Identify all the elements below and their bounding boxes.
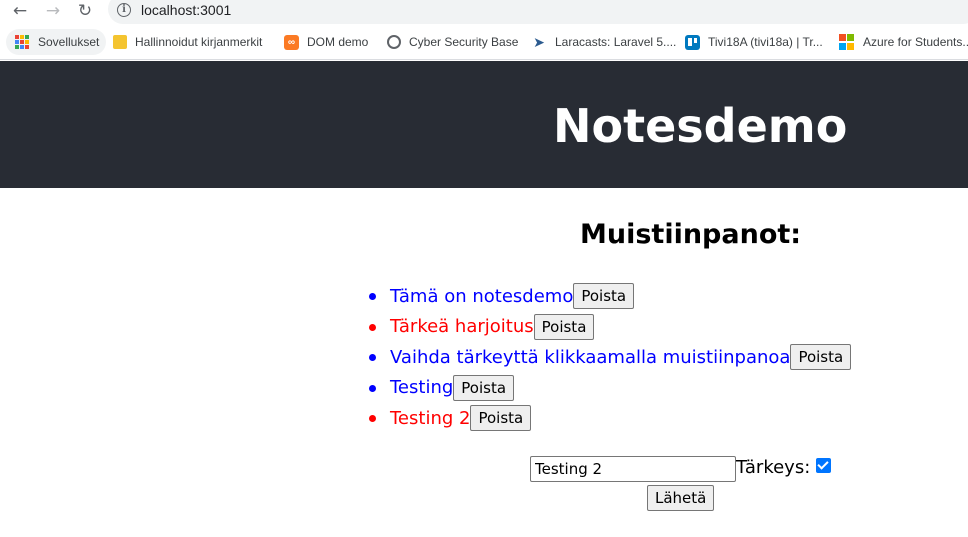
bookmark-label: Azure for Students... [863, 35, 968, 49]
globe-icon [387, 35, 401, 49]
bookmark-label: Hallinnoidut kirjanmerkit [135, 35, 263, 49]
laracasts-icon: ➤ [533, 34, 545, 50]
bookmark-trello[interactable]: Tivi18A (tivi18a) | Tr... [685, 29, 823, 55]
importance-label: Tärkeys: [736, 457, 811, 478]
delete-button[interactable]: Poista [453, 374, 515, 401]
bookmark-label: DOM demo [307, 35, 369, 49]
note-item: Testing Poista [368, 373, 851, 404]
importance-checkbox[interactable] [816, 458, 831, 473]
bookmark-label: Laracasts: Laravel 5.... [555, 35, 677, 49]
info-icon[interactable]: i [117, 3, 131, 17]
note-input[interactable] [530, 456, 736, 482]
note-text[interactable]: Vaihda tärkeyttä klikkaamalla muistiinpa… [390, 347, 790, 368]
bookmark-label: Tivi18A (tivi18a) | Tr... [708, 35, 823, 49]
xampp-icon: ∞ [284, 34, 299, 50]
bookmark-cyber-security[interactable]: Cyber Security Base [387, 29, 518, 55]
app-title: Notesdemo [553, 99, 848, 153]
delete-button[interactable]: Poista [470, 405, 532, 432]
note-item: Tärkeä harjoitus Poista [368, 312, 851, 343]
microsoft-icon [839, 34, 855, 50]
new-note-form: Tärkeys: Lähetä [530, 455, 860, 515]
bookmarks-bar: Sovellukset Hallinnoidut kirjanmerkit ∞ … [0, 24, 968, 60]
bookmark-label: Sovellukset [38, 35, 100, 49]
bookmark-label: Cyber Security Base [409, 35, 519, 49]
back-arrow-icon[interactable]: ← [8, 0, 32, 22]
note-item: Testing 2 Poista [368, 403, 851, 434]
note-item: Vaihda tärkeyttä klikkaamalla muistiinpa… [368, 342, 852, 373]
forward-arrow-icon[interactable]: → [41, 0, 65, 22]
note-text[interactable]: Tämä on notesdemo [390, 286, 573, 307]
trello-icon [685, 34, 700, 50]
bookmark-apps[interactable]: Sovellukset [6, 29, 107, 55]
bookmark-laracasts[interactable]: ➤ Laracasts: Laravel 5.... [531, 29, 676, 55]
note-text[interactable]: Testing [390, 377, 453, 398]
url-field[interactable] [108, 0, 968, 24]
notes-heading: Muistiinpanot: [580, 219, 802, 250]
bookmark-azure[interactable]: Azure for Students... [839, 29, 968, 55]
delete-button[interactable]: Poista [573, 283, 635, 310]
folder-icon [113, 35, 127, 49]
bookmark-managed[interactable]: Hallinnoidut kirjanmerkit [113, 29, 262, 55]
address-bar: ← → ↻ i localhost:3001 [0, 0, 968, 24]
url-text[interactable]: localhost:3001 [141, 2, 231, 18]
note-text[interactable]: Testing 2 [390, 408, 470, 429]
notes-list: Tämä on notesdemo Poista Tärkeä harjoitus… [368, 281, 852, 434]
bookmark-dom-demo[interactable]: ∞ DOM demo [284, 29, 368, 55]
note-text[interactable]: Tärkeä harjoitus [390, 316, 534, 337]
note-item: Tämä on notesdemo Poista [368, 281, 851, 312]
reload-icon[interactable]: ↻ [73, 0, 97, 22]
apps-grid-icon [14, 34, 30, 50]
delete-button[interactable]: Poista [790, 344, 852, 371]
delete-button[interactable]: Poista [533, 313, 595, 340]
submit-button[interactable]: Lähetä [647, 485, 715, 511]
